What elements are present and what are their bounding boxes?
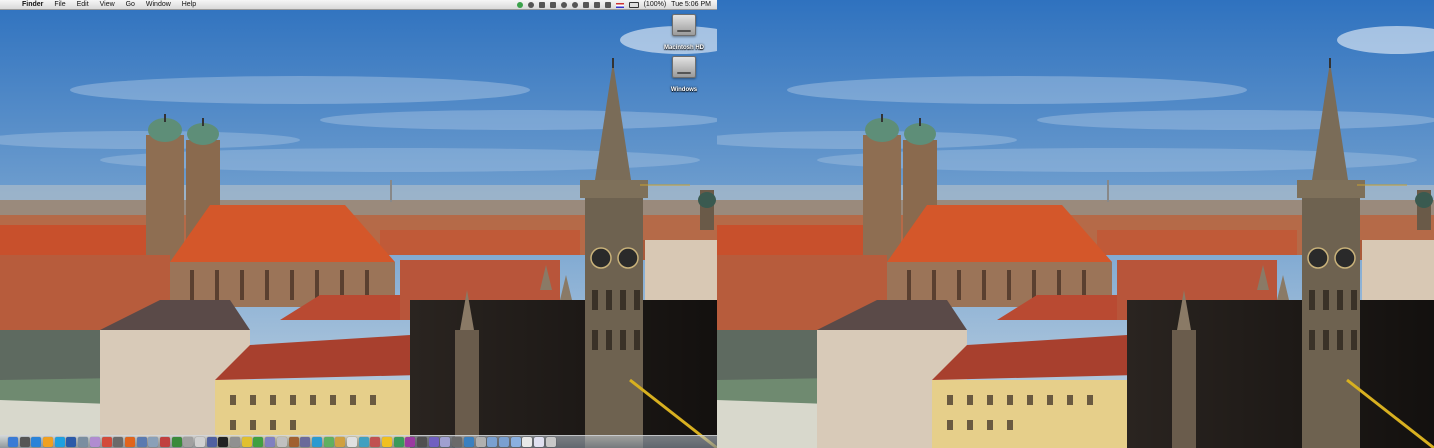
desktop-icon-windows[interactable]: Windows — [654, 56, 714, 96]
app-icon[interactable] — [311, 437, 322, 447]
display-icon[interactable] — [549, 2, 556, 8]
app-icon[interactable] — [452, 437, 463, 447]
app-icon[interactable] — [346, 437, 357, 447]
folder-icon[interactable] — [498, 437, 509, 447]
app-menu-extra-icon[interactable] — [538, 2, 545, 8]
finder-icon[interactable] — [8, 437, 18, 447]
app-icon[interactable] — [463, 437, 474, 447]
menu-edit[interactable]: Edit — [77, 1, 89, 8]
folder-icon[interactable] — [510, 437, 521, 447]
app-icon[interactable] — [288, 437, 299, 447]
word-icon[interactable] — [66, 437, 77, 447]
bluetooth-icon[interactable] — [582, 2, 589, 8]
app-icon[interactable] — [113, 437, 124, 447]
firefox-icon[interactable] — [124, 437, 135, 447]
menu-go[interactable]: Go — [126, 1, 135, 8]
menu-help[interactable]: Help — [182, 1, 196, 8]
app-icon[interactable] — [428, 437, 439, 447]
safari-icon[interactable] — [31, 437, 42, 447]
app-icon[interactable] — [171, 437, 182, 447]
desktop-wallpaper — [717, 0, 1434, 448]
app-icon[interactable] — [335, 437, 346, 447]
app-icon[interactable] — [253, 437, 264, 447]
app-icon[interactable] — [159, 437, 170, 447]
volume-icon[interactable] — [604, 2, 611, 8]
app-icon[interactable] — [475, 437, 486, 447]
app-icon[interactable] — [89, 437, 100, 447]
time-machine-icon[interactable] — [560, 2, 567, 8]
menu-view[interactable]: View — [100, 1, 115, 8]
folder-icon[interactable] — [487, 437, 498, 447]
input-source-flag-icon[interactable] — [615, 2, 624, 8]
document-icon[interactable] — [533, 437, 544, 447]
app-icon[interactable] — [370, 437, 381, 447]
menu-window[interactable]: Window — [146, 1, 171, 8]
hard-drive-icon[interactable] — [672, 14, 696, 36]
sync-status-icon[interactable] — [516, 2, 523, 8]
app-icon[interactable] — [323, 437, 334, 447]
app-icon[interactable] — [440, 437, 451, 447]
user-status-icon[interactable] — [527, 2, 534, 8]
ichat-icon[interactable] — [43, 437, 54, 447]
app-icon[interactable] — [276, 437, 287, 447]
display-right — [717, 0, 1434, 448]
app-icon[interactable] — [148, 437, 159, 447]
app-icon[interactable] — [78, 437, 89, 447]
app-icon[interactable] — [405, 437, 416, 447]
app-icon[interactable] — [136, 437, 147, 447]
dock — [0, 435, 717, 448]
app-icon[interactable] — [382, 437, 392, 447]
app-icon[interactable] — [393, 437, 404, 447]
app-icon[interactable] — [300, 437, 311, 447]
app-icon[interactable] — [183, 437, 194, 447]
app-icon[interactable] — [230, 437, 241, 447]
desktop-icon-macintosh-hd[interactable]: Macintosh HD — [654, 14, 714, 54]
desktop-icon-label: Windows — [670, 87, 698, 93]
menu-clock[interactable]: Tue 5:06 PM — [671, 0, 711, 10]
app-icon[interactable] — [206, 437, 217, 447]
desktop-wallpaper — [0, 0, 717, 448]
trash-icon[interactable] — [545, 437, 556, 447]
menu-app-finder[interactable]: Finder — [22, 1, 43, 8]
desktop-icon-label: Macintosh HD — [663, 45, 704, 51]
document-icon[interactable] — [522, 437, 533, 447]
app-icon[interactable] — [265, 437, 276, 447]
app-icon[interactable] — [417, 437, 428, 447]
wifi-icon[interactable] — [593, 2, 600, 8]
sync-icon[interactable] — [571, 2, 578, 8]
battery-percentage[interactable]: (100%) — [644, 0, 667, 10]
battery-icon[interactable] — [628, 2, 639, 8]
terminal-icon[interactable] — [218, 437, 229, 447]
hard-drive-icon[interactable] — [672, 56, 696, 78]
skype-icon[interactable] — [54, 437, 65, 447]
app-icon[interactable] — [101, 437, 112, 447]
menu-file[interactable]: File — [54, 1, 65, 8]
app-icon[interactable] — [358, 437, 369, 447]
app-icon[interactable] — [241, 437, 252, 447]
menu-bar: Finder File Edit View Go Window Help (10… — [0, 0, 717, 10]
dashboard-icon[interactable] — [19, 437, 30, 447]
app-icon[interactable] — [195, 437, 205, 447]
display-left: Finder File Edit View Go Window Help (10… — [0, 0, 717, 448]
